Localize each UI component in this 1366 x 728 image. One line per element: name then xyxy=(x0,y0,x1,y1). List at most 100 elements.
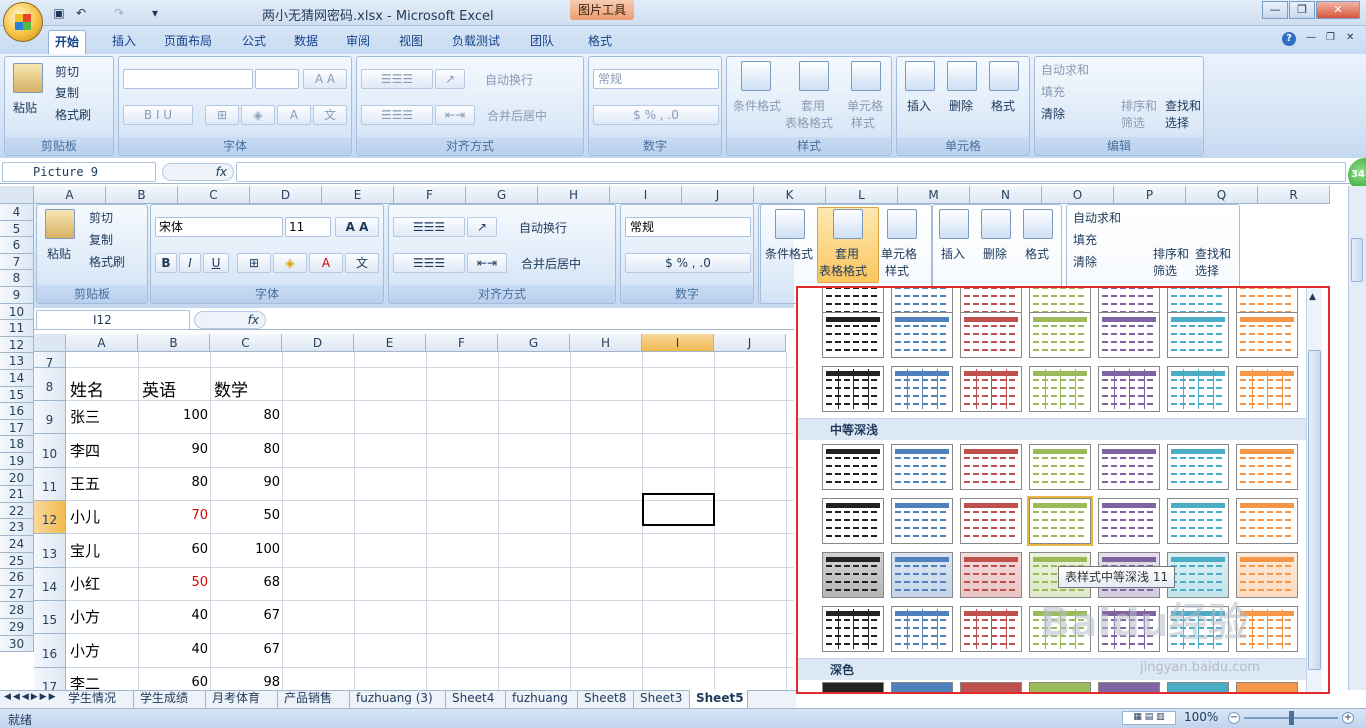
row-header-11[interactable]: 11 xyxy=(0,320,34,337)
inner-horizontal-align[interactable]: ☰☰☰ xyxy=(393,253,465,273)
clear-button[interactable]: 清除 xyxy=(1041,105,1065,122)
row-header-16[interactable]: 16 xyxy=(0,403,34,420)
inner-row-header-10[interactable]: 10 xyxy=(34,434,66,468)
table-style-thumb[interactable] xyxy=(960,366,1022,412)
sheet-tab[interactable]: 月考体育 xyxy=(206,690,278,708)
inner-format-button[interactable]: 格式 xyxy=(1025,245,1049,262)
table-style-thumb[interactable] xyxy=(1029,312,1091,358)
inner-phonetic-icon[interactable]: 文 xyxy=(345,253,379,273)
column-header-p[interactable]: P xyxy=(1114,186,1186,204)
inner-row-header-12[interactable]: 12 xyxy=(34,501,66,534)
inner-autosum[interactable]: 自动求和 xyxy=(1073,209,1121,226)
scroll-thumb[interactable] xyxy=(1351,238,1363,282)
column-header-i[interactable]: I xyxy=(610,186,682,204)
inner-cell-style-l2[interactable]: 样式 xyxy=(885,262,909,279)
sheet-tab[interactable]: fuzhuang (3) xyxy=(350,690,446,708)
inner-vertical-align[interactable]: ☰☰☰ xyxy=(393,217,465,237)
column-header-n[interactable]: N xyxy=(970,186,1042,204)
inner-column-header-d[interactable]: D xyxy=(282,334,354,352)
inner-sort-l2[interactable]: 筛选 xyxy=(1153,262,1177,279)
inner-insert-button[interactable]: 插入 xyxy=(941,245,965,262)
table-style-thumb[interactable] xyxy=(1167,498,1229,544)
row-header-23[interactable]: 23 xyxy=(0,519,34,536)
table-style-thumb[interactable] xyxy=(1098,312,1160,358)
table-format-button-l2[interactable]: 表格格式 xyxy=(785,114,833,131)
formula-input[interactable] xyxy=(236,162,1346,182)
table-style-thumb[interactable] xyxy=(960,606,1022,652)
column-header-h[interactable]: H xyxy=(538,186,610,204)
column-header-m[interactable]: M xyxy=(898,186,970,204)
table-style-thumb[interactable] xyxy=(1236,312,1298,358)
row-header-14[interactable]: 14 xyxy=(0,370,34,387)
row-header-26[interactable]: 26 xyxy=(0,569,34,586)
inner-sort-l1[interactable]: 排序和 xyxy=(1153,245,1189,262)
inner-font-color-icon[interactable]: A xyxy=(309,253,343,273)
fx-button[interactable]: fx xyxy=(162,163,234,181)
table-style-thumb[interactable] xyxy=(960,498,1022,544)
column-header-r[interactable]: R xyxy=(1258,186,1330,204)
inner-find-l2[interactable]: 选择 xyxy=(1195,262,1219,279)
table-style-thumb[interactable] xyxy=(822,312,884,358)
view-buttons[interactable]: ▦ ▤ ▥ xyxy=(1122,711,1176,725)
inner-merge-center[interactable]: 合并后居中 xyxy=(521,255,581,272)
office-button[interactable] xyxy=(3,2,43,42)
embedded-picture[interactable]: 粘贴 剪切 复制 格式刷 剪贴板 宋体 11 A A B I U ⊞ ◈ A 文… xyxy=(34,204,794,690)
row-header-4[interactable]: 4 xyxy=(0,204,34,221)
table-style-thumb[interactable] xyxy=(1098,498,1160,544)
indent-buttons[interactable]: ⇤⇥ xyxy=(435,105,475,125)
inner-indent-buttons[interactable]: ⇤⇥ xyxy=(467,253,507,273)
orientation-icon[interactable]: ↗ xyxy=(435,69,465,89)
sort-filter-l1[interactable]: 排序和 xyxy=(1121,97,1157,114)
inner-fill-color-icon[interactable]: ◈ xyxy=(273,253,307,273)
column-header-q[interactable]: Q xyxy=(1186,186,1258,204)
row-header-29[interactable]: 29 xyxy=(0,619,34,636)
row-header-15[interactable]: 15 xyxy=(0,386,34,404)
table-style-thumb[interactable] xyxy=(1236,498,1298,544)
cell-style-button-l1[interactable]: 单元格 xyxy=(847,97,883,114)
zoom-slider-thumb[interactable] xyxy=(1289,711,1294,725)
table-style-thumb[interactable] xyxy=(960,312,1022,358)
inner-format-painter[interactable]: 格式刷 xyxy=(89,253,125,270)
border-icon[interactable]: ⊞ xyxy=(205,105,239,125)
column-header-c[interactable]: C xyxy=(178,186,250,204)
zoom-in-icon[interactable]: + xyxy=(1342,712,1354,724)
save-icon[interactable]: ▣ xyxy=(50,4,68,22)
inner-find-l1[interactable]: 查找和 xyxy=(1195,245,1231,262)
inner-copy-button[interactable]: 复制 xyxy=(89,231,113,248)
table-style-thumb[interactable] xyxy=(822,606,884,652)
column-header-l[interactable]: L xyxy=(826,186,898,204)
inner-clear[interactable]: 清除 xyxy=(1073,253,1097,270)
fill-button[interactable]: 填充 xyxy=(1041,83,1065,100)
row-header-9[interactable]: 9 xyxy=(0,287,34,304)
table-style-thumb[interactable] xyxy=(1167,366,1229,412)
ribbon-restore-icon[interactable]: ❐ xyxy=(1326,32,1335,43)
inner-border-icon[interactable]: ⊞ xyxy=(237,253,271,273)
inner-italic-button[interactable]: I xyxy=(179,253,201,273)
row-header-13[interactable]: 13 xyxy=(0,353,34,370)
table-style-thumb[interactable] xyxy=(960,682,1022,692)
grow-font-button[interactable]: A A xyxy=(303,69,347,89)
row-header-20[interactable]: 20 xyxy=(0,469,34,487)
vertical-align-buttons[interactable]: ☰☰☰ xyxy=(361,69,433,89)
vertical-scrollbar[interactable] xyxy=(1348,186,1366,690)
table-style-thumb[interactable] xyxy=(1098,682,1160,692)
ribbon-minimize-icon[interactable]: — xyxy=(1306,32,1316,43)
table-style-thumb[interactable] xyxy=(891,606,953,652)
inner-column-header-g[interactable]: G xyxy=(498,334,570,352)
name-box[interactable]: Picture 9 xyxy=(2,162,156,182)
inner-number-buttons[interactable]: $ % , .0 xyxy=(625,253,751,273)
row-header-8[interactable]: 8 xyxy=(0,270,34,287)
inner-paste-button[interactable]: 粘贴 xyxy=(47,245,71,262)
inner-delete-button[interactable]: 删除 xyxy=(983,245,1007,262)
inner-bold-button[interactable]: B xyxy=(155,253,177,273)
table-style-thumb[interactable] xyxy=(1098,366,1160,412)
inner-column-header-i[interactable]: I xyxy=(642,334,714,352)
inner-column-header-f[interactable]: F xyxy=(426,334,498,352)
tab-review[interactable]: 审阅 xyxy=(340,30,376,54)
scroll-up-icon[interactable]: ▲ xyxy=(1309,292,1316,302)
copy-button[interactable]: 复制 xyxy=(55,84,79,101)
sheet-nav-icons[interactable]: ◀◀◀▶▶▶ xyxy=(4,692,58,702)
inner-cell-style-l1[interactable]: 单元格 xyxy=(881,245,917,262)
inner-column-header-e[interactable]: E xyxy=(354,334,426,352)
inner-wrap-text[interactable]: 自动换行 xyxy=(519,219,567,236)
